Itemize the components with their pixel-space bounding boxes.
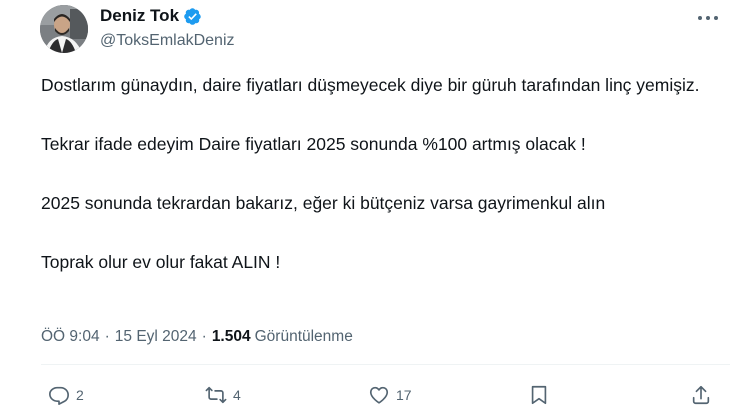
tweet-paragraph-3: 2025 sonunda tekrardan bakarız, eğer ki … — [41, 193, 606, 213]
views-label: Görüntülenme — [254, 328, 353, 345]
heart-icon — [369, 386, 389, 404]
tweet-paragraph-2: Tekrar ifade edeyim Daire fiyatları 2025… — [41, 134, 586, 154]
tweet-date[interactable]: 15 Eyl 2024 — [115, 328, 197, 346]
avatar-photo — [40, 5, 88, 53]
bookmark-icon — [531, 385, 547, 405]
retweet-button[interactable]: 4 — [205, 384, 241, 406]
tweet-paragraph-1: Dostlarım günaydın, daire fiyatları düşm… — [41, 75, 700, 95]
verified-badge-icon — [184, 7, 201, 25]
meta-separator: · — [104, 328, 110, 345]
views-count: 1.504 — [211, 328, 251, 345]
author-handle[interactable]: @ToksEmlakDeniz — [100, 32, 235, 50]
retweet-icon — [205, 386, 227, 404]
more-dots-icon — [698, 16, 718, 20]
reply-icon — [49, 386, 69, 405]
like-count: 17 — [396, 387, 412, 403]
more-options-button[interactable] — [692, 8, 724, 28]
reply-count: 2 — [76, 387, 84, 403]
tweet-text: Dostlarım günaydın, daire fiyatları düşm… — [41, 73, 721, 275]
reply-button[interactable]: 2 — [48, 384, 84, 406]
tweet-time[interactable]: ÖÖ 9:04 — [41, 328, 100, 346]
share-button[interactable] — [690, 384, 712, 406]
tweet-metadata: ÖÖ 9:04 · 15 Eyl 2024 · 1.504 Görüntülen… — [41, 328, 353, 346]
divider — [41, 364, 730, 365]
retweet-count: 4 — [233, 387, 241, 403]
tweet-actions: 2 4 17 — [0, 384, 730, 412]
bookmark-button[interactable] — [528, 384, 550, 406]
meta-separator: · — [201, 328, 207, 345]
like-button[interactable]: 17 — [368, 384, 412, 406]
tweet-author[interactable]: Deniz Tok @ToksEmlakDeniz — [100, 5, 235, 50]
share-icon — [692, 385, 710, 405]
tweet-paragraph-4: Toprak olur ev olur fakat ALIN ! — [41, 252, 281, 272]
avatar[interactable] — [40, 5, 88, 53]
author-display-name[interactable]: Deniz Tok — [100, 6, 179, 26]
